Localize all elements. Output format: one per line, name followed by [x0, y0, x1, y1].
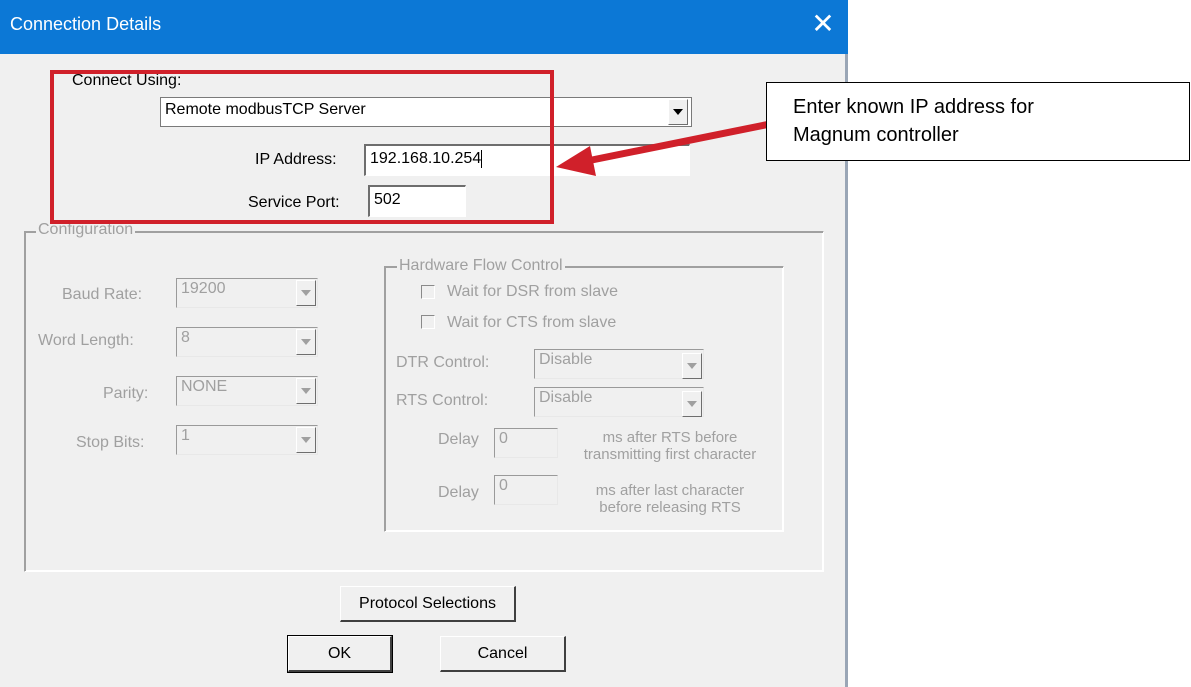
cts-checkbox[interactable] — [421, 315, 435, 329]
rts-control-select[interactable]: Disable — [534, 387, 704, 417]
hardware-flow-label: Hardware Flow Control — [397, 257, 565, 275]
delay-rts-description: ms after RTS before transmitting first c… — [570, 429, 770, 463]
chevron-down-icon — [301, 388, 311, 394]
delay-release-label: Delay — [438, 484, 479, 501]
highlight-box — [50, 70, 554, 224]
rts-control-label: RTS Control: — [396, 392, 489, 409]
close-icon[interactable]: ✕ — [806, 7, 840, 41]
baud-rate-label: Baud Rate: — [62, 286, 143, 303]
word-length-value: 8 — [181, 329, 190, 346]
callout-line2: Magnum controller — [793, 124, 959, 146]
dtr-control-select[interactable]: Disable — [534, 349, 704, 379]
dtr-dropdown-button[interactable] — [682, 353, 702, 379]
arrow-head — [556, 146, 596, 176]
stop-bits-value: 1 — [181, 427, 190, 444]
delay-rts-label: Delay — [438, 431, 479, 448]
annotation-callout: Enter known IP address for Magnum contro… — [766, 82, 1190, 161]
delay-rts-field[interactable]: 0 — [494, 428, 558, 458]
rts-dropdown-button[interactable] — [682, 391, 702, 417]
chevron-down-icon — [301, 290, 311, 296]
annotation-arrow — [556, 120, 771, 176]
word-length-dropdown-button[interactable] — [296, 329, 316, 355]
dsr-checkbox[interactable] — [421, 285, 435, 299]
parity-dropdown-button[interactable] — [296, 378, 316, 404]
stop-bits-dropdown-button[interactable] — [296, 427, 316, 453]
delay-release-value: 0 — [499, 477, 508, 494]
delay-release-desc-line1: ms after last character — [595, 482, 745, 499]
chevron-down-icon — [301, 437, 311, 443]
parity-label: Parity: — [103, 385, 149, 402]
window-title: Connection Details — [10, 14, 162, 34]
baud-rate-dropdown-button[interactable] — [296, 280, 316, 306]
callout-line1: Enter known IP address for — [793, 96, 1034, 118]
delay-rts-desc-line1: ms after RTS before — [602, 429, 738, 446]
ok-button[interactable]: OK — [287, 635, 393, 673]
chevron-down-icon — [301, 339, 311, 345]
delay-release-description: ms after last character before releasing… — [570, 482, 770, 516]
parity-value: NONE — [181, 378, 228, 395]
arrow-shaft — [581, 120, 771, 166]
baud-rate-value: 19200 — [181, 280, 226, 297]
delay-release-desc-line2: before releasing RTS — [599, 499, 741, 516]
chevron-down-icon — [687, 363, 697, 369]
dsr-checkbox-label: Wait for DSR from slave — [447, 283, 618, 300]
dtr-control-label: DTR Control: — [396, 354, 490, 371]
stop-bits-label: Stop Bits: — [76, 434, 145, 451]
protocol-selections-button[interactable]: Protocol Selections — [340, 586, 516, 622]
chevron-down-icon — [687, 401, 697, 407]
dtr-control-value: Disable — [539, 351, 593, 368]
delay-rts-value: 0 — [499, 430, 508, 447]
rts-control-value: Disable — [539, 389, 593, 406]
delay-rts-desc-line2: transmitting first character — [583, 446, 757, 463]
word-length-label: Word Length: — [38, 332, 134, 349]
cts-checkbox-label: Wait for CTS from slave — [447, 314, 617, 331]
cancel-button[interactable]: Cancel — [440, 636, 566, 672]
delay-release-field[interactable]: 0 — [494, 475, 558, 505]
